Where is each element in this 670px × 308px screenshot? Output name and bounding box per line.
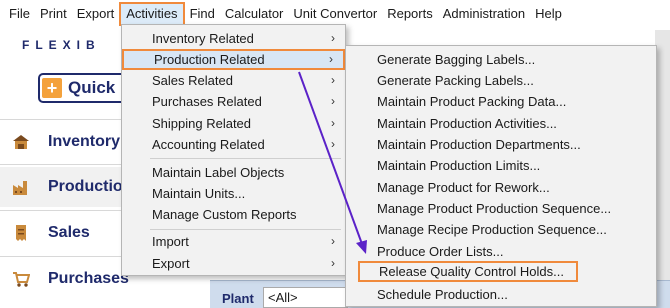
menu-item-maintain-label-objects[interactable]: Maintain Label Objects — [122, 162, 345, 183]
chevron-right-icon: › — [331, 31, 335, 45]
nav-item-purchases[interactable]: Purchases — [0, 259, 129, 299]
chevron-right-icon: › — [329, 52, 333, 66]
nav-item-sales[interactable]: Sales — [0, 213, 125, 253]
menu-print[interactable]: Print — [35, 2, 72, 26]
nav-divider — [0, 256, 125, 257]
chevron-right-icon: › — [331, 256, 335, 270]
nav-item-production[interactable]: Production — [0, 167, 132, 207]
plus-icon: + — [42, 78, 62, 98]
production-submenu: Generate Bagging Labels... Generate Pack… — [345, 45, 657, 307]
menu-item-release-quality-control-holds[interactable]: Release Quality Control Holds... — [358, 261, 578, 282]
chevron-right-icon: › — [331, 94, 335, 108]
nav-item-inventory[interactable]: Inventory — [0, 122, 125, 162]
menu-item-label: Import — [152, 234, 189, 249]
menu-item-shipping-related[interactable]: Shipping Related › — [122, 113, 345, 134]
factory-icon — [12, 178, 30, 196]
menu-item-accounting-related[interactable]: Accounting Related › — [122, 134, 345, 155]
menu-item-export[interactable]: Export › — [122, 253, 345, 274]
menu-item-label: Maintain Units... — [152, 186, 246, 201]
menu-activities[interactable]: Activities — [119, 2, 185, 26]
menu-item-label: Sales Related — [152, 73, 233, 88]
warehouse-icon — [12, 133, 30, 151]
menu-item-label: Export — [152, 256, 190, 271]
menu-item-inventory-related[interactable]: Inventory Related › — [122, 28, 345, 49]
menu-item-manage-custom-reports[interactable]: Manage Custom Reports — [122, 204, 345, 225]
menu-item-purchases-related[interactable]: Purchases Related › — [122, 91, 345, 112]
nav-divider — [0, 164, 125, 165]
menu-file[interactable]: File — [4, 2, 35, 26]
menu-unit-convertor[interactable]: Unit Convertor — [288, 2, 382, 26]
menu-find[interactable]: Find — [185, 2, 220, 26]
receipt-icon — [12, 224, 30, 242]
nav-divider — [0, 210, 125, 211]
chevron-right-icon: › — [331, 137, 335, 151]
menu-administration[interactable]: Administration — [438, 2, 530, 26]
menu-item-maintain-units[interactable]: Maintain Units... — [122, 183, 345, 204]
shopping-cart-icon — [12, 270, 31, 288]
chevron-right-icon: › — [331, 73, 335, 87]
menu-item-maintain-production-activities[interactable]: Maintain Production Activities... — [346, 113, 656, 134]
menu-item-manage-recipe-production-sequence[interactable]: Manage Recipe Production Sequence... — [346, 219, 656, 240]
app-logo: FLEXIB — [22, 38, 101, 52]
chevron-right-icon: › — [331, 234, 335, 248]
plant-label: Plant — [222, 291, 254, 306]
activities-menu: Inventory Related › Production Related ›… — [121, 24, 346, 276]
menu-reports[interactable]: Reports — [382, 2, 438, 26]
menu-export[interactable]: Export — [72, 2, 120, 26]
menu-item-manage-product-production-sequence[interactable]: Manage Product Production Sequence... — [346, 198, 656, 219]
nav-item-label: Inventory — [48, 133, 121, 150]
menu-item-production-related[interactable]: Production Related › — [122, 49, 345, 70]
chevron-right-icon: › — [331, 116, 335, 130]
menu-help[interactable]: Help — [530, 2, 567, 26]
menu-item-sales-related[interactable]: Sales Related › — [122, 70, 345, 91]
menu-item-maintain-production-limits[interactable]: Maintain Production Limits... — [346, 155, 656, 176]
quick-button-label: Quick — [68, 78, 116, 97]
menu-item-label: Maintain Label Objects — [152, 165, 285, 180]
menu-item-label: Manage Custom Reports — [152, 207, 297, 222]
menu-item-manage-product-for-rework[interactable]: Manage Product for Rework... — [346, 177, 656, 198]
menu-item-maintain-production-departments[interactable]: Maintain Production Departments... — [346, 134, 656, 155]
background-pane — [655, 30, 670, 308]
menu-item-label: Production Related — [154, 52, 265, 67]
quick-button[interactable]: + Quick — [38, 73, 128, 103]
menu-item-produce-order-lists[interactable]: Produce Order Lists... — [346, 241, 656, 262]
menu-item-maintain-product-packing-data[interactable]: Maintain Product Packing Data... — [346, 91, 656, 112]
menu-item-generate-packing-labels[interactable]: Generate Packing Labels... — [346, 70, 656, 91]
plant-select[interactable]: <All> — [263, 287, 348, 308]
menu-item-schedule-production[interactable]: Schedule Production... — [346, 284, 656, 305]
menu-item-label: Shipping Related — [152, 116, 252, 131]
menu-item-label: Inventory Related — [152, 31, 254, 46]
menu-separator — [150, 158, 341, 159]
menu-calculator[interactable]: Calculator — [220, 2, 289, 26]
menu-separator — [150, 229, 341, 230]
nav-divider — [0, 119, 125, 120]
menu-item-label: Purchases Related — [152, 94, 262, 109]
nav-item-label: Production — [48, 178, 133, 195]
nav-item-label: Purchases — [48, 270, 129, 287]
menu-item-label: Accounting Related — [152, 137, 265, 152]
nav-item-label: Sales — [48, 224, 90, 241]
menu-item-import[interactable]: Import › — [122, 231, 345, 252]
menu-item-generate-bagging-labels[interactable]: Generate Bagging Labels... — [346, 49, 656, 70]
